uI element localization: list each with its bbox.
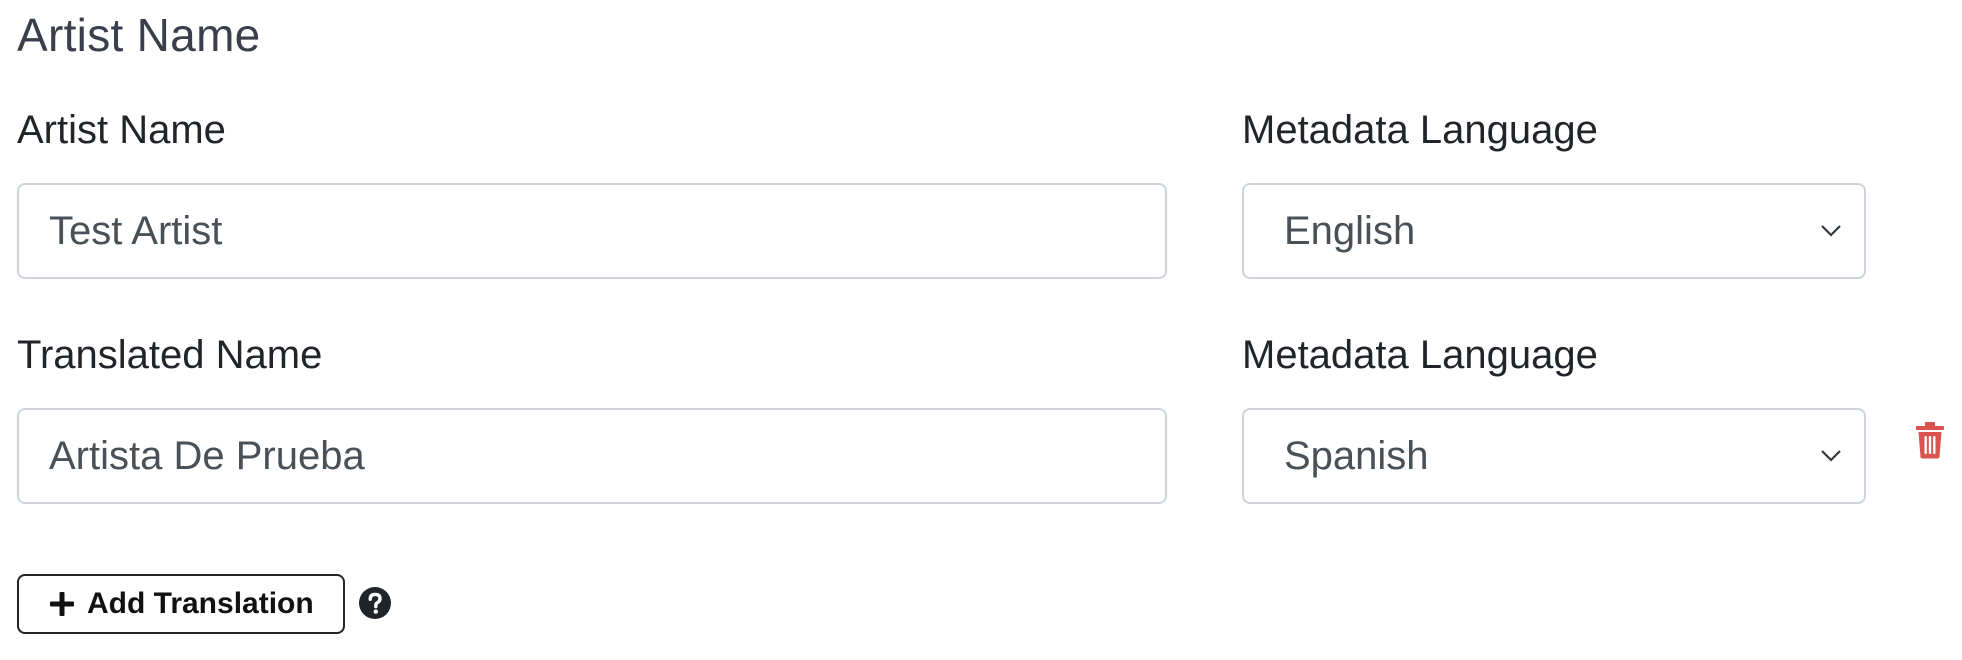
translated-name-label: Translated Name xyxy=(17,333,323,377)
artist-name-label: Artist Name xyxy=(17,108,226,152)
question-circle-icon[interactable] xyxy=(358,586,392,620)
translation-language-select[interactable]: Spanish xyxy=(1242,408,1866,504)
metadata-language-label: Metadata Language xyxy=(1242,108,1598,152)
metadata-language-select[interactable]: English xyxy=(1242,183,1866,279)
add-translation-label: Add Translation xyxy=(87,587,314,620)
translated-name-input[interactable] xyxy=(17,408,1167,504)
translation-language-label: Metadata Language xyxy=(1242,333,1598,377)
artist-name-input[interactable] xyxy=(17,183,1167,279)
metadata-language-value: English xyxy=(1284,209,1416,253)
chevron-down-icon xyxy=(1821,450,1841,462)
chevron-down-icon xyxy=(1821,225,1841,237)
translation-language-value: Spanish xyxy=(1284,434,1429,478)
section-title: Artist Name xyxy=(17,9,261,61)
trash-icon[interactable] xyxy=(1915,421,1945,459)
add-translation-button[interactable]: Add Translation xyxy=(17,574,345,634)
plus-icon xyxy=(50,592,74,616)
